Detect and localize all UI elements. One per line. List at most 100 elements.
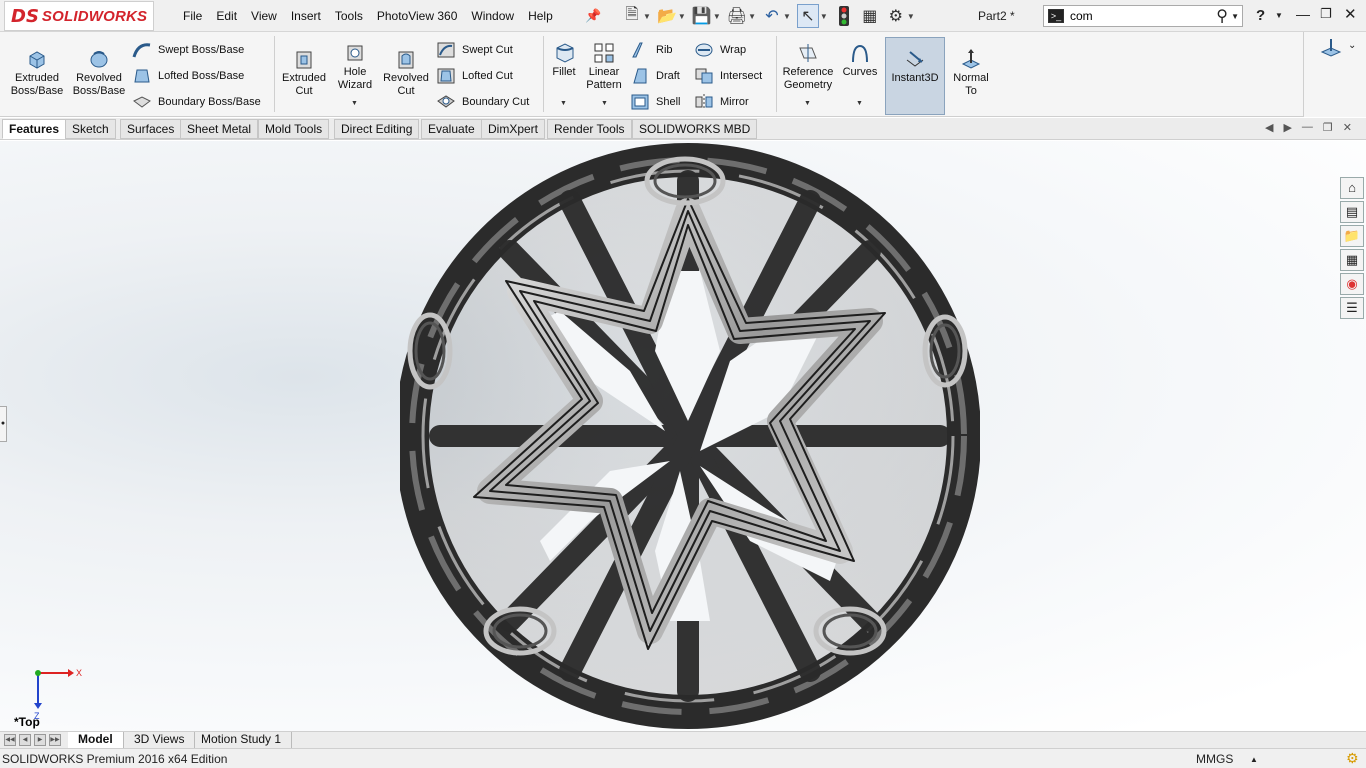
tab-evaluate[interactable]: Evaluate [421,119,482,139]
file-properties-icon[interactable]: ▦ [860,4,880,28]
save-icon[interactable]: 💾 [692,4,712,28]
curves-button[interactable]: Curves [839,42,881,79]
search-input[interactable] [1070,7,1200,25]
woven-sphere-model[interactable] [400,141,980,731]
view-orientation-icon[interactable] [1320,38,1342,58]
revolved-cut-button[interactable]: Revolved Cut [380,48,432,98]
tab-render-tools[interactable]: Render Tools [547,119,632,139]
view-palette-icon[interactable]: ▦ [1340,249,1364,271]
help-icon[interactable]: ? [1256,7,1265,24]
tab-sketch[interactable]: Sketch [65,119,116,139]
swept-boss-button[interactable]: Swept Boss/Base [132,40,244,60]
hole-wizard-dropdown-icon[interactable]: ▼ [351,100,358,107]
tab-motion-study-1[interactable]: Motion Study 1 [191,732,293,748]
rib-button[interactable]: Rib [630,40,673,60]
lofted-boss-button[interactable]: Lofted Boss/Base [132,66,244,86]
rebuild-status-icon[interactable]: ⚙ [1346,750,1359,767]
menu-window[interactable]: Window [464,9,521,23]
menu-file[interactable]: File [176,9,209,23]
instant3d-button[interactable]: Instant3D [885,37,945,115]
graphics-area[interactable]: ● ⌂ ▤ 📁 ▦ ◉ ☰ X Z *Top [0,141,1366,731]
boundary-boss-button[interactable]: Boundary Boss/Base [132,92,261,112]
swept-cut-button[interactable]: Swept Cut [436,40,513,60]
curves-dropdown-icon[interactable]: ▼ [856,100,863,107]
menu-edit[interactable]: Edit [209,9,244,23]
viewport-close-icon[interactable]: ✕ [1343,121,1352,134]
menu-photoview[interactable]: PhotoView 360 [370,9,465,23]
undo-icon[interactable]: ↶ [762,4,782,28]
open-folder-icon[interactable]: 📂 [657,4,677,28]
view-orientation-chevron-icon[interactable]: ⌄ [1348,40,1356,51]
extruded-cut-button[interactable]: Extruded Cut [278,48,330,98]
pin-menu-icon[interactable]: 📌 [585,8,601,24]
minimize-icon[interactable]: — [1296,6,1310,22]
linear-pattern-dropdown-icon[interactable]: ▼ [601,100,608,107]
search-icon[interactable]: ⚲ [1216,6,1228,26]
first-tab-icon[interactable]: ◀◀ [4,734,16,746]
search-dropdown-icon[interactable]: ▼ [1231,12,1239,21]
tab-3d-views[interactable]: 3D Views [124,732,196,748]
separator [543,36,544,112]
undo-dropdown-icon[interactable]: ▼ [783,12,791,21]
lofted-cut-button[interactable]: Lofted Cut [436,66,513,86]
menu-help[interactable]: Help [521,9,560,23]
tab-sheet-metal[interactable]: Sheet Metal [180,119,259,139]
tab-mold-tools[interactable]: Mold Tools [258,119,330,139]
boundary-cut-button[interactable]: Boundary Cut [436,92,529,112]
fillet-dropdown-icon[interactable]: ▼ [560,100,567,107]
viewport-restore-icon[interactable]: ❐ [1323,121,1333,134]
unit-system-selector[interactable]: MMGS [1196,752,1233,766]
tab-solidworks-mbd[interactable]: SOLIDWORKS MBD [632,119,758,139]
next-tab-icon[interactable]: ▶ [34,734,46,746]
options-gear-icon[interactable]: ⚙ [886,4,906,28]
linear-pattern-button[interactable]: Linear Pattern [582,42,626,92]
tab-direct-editing[interactable]: Direct Editing [334,119,420,139]
intersect-button[interactable]: Intersect [694,66,762,86]
extruded-boss-button[interactable]: Extruded Boss/Base [8,48,66,98]
menu-insert[interactable]: Insert [284,9,328,23]
close-icon[interactable]: ✕ [1344,5,1357,23]
restore-icon[interactable]: ❐ [1320,6,1332,22]
tab-surfaces[interactable]: Surfaces [120,119,182,139]
draft-button[interactable]: Draft [630,66,680,86]
new-dropdown-icon[interactable]: ▼ [643,12,651,21]
solidworks-resources-icon[interactable]: ⌂ [1340,177,1364,199]
custom-properties-icon[interactable]: ☰ [1340,297,1364,319]
menu-view[interactable]: View [244,9,284,23]
fillet-button[interactable]: Fillet [546,42,582,79]
collapse-right-icon[interactable]: ▶ [1283,121,1291,134]
shell-button[interactable]: Shell [630,92,680,112]
tab-dimxpert[interactable]: DimXpert [481,119,546,139]
tab-features[interactable]: Features [2,119,67,139]
normal-to-button[interactable]: Normal To [948,48,994,98]
revolved-boss-button[interactable]: Revolved Boss/Base [70,48,128,98]
select-dropdown-icon[interactable]: ▼ [820,12,828,21]
search-commands-icon[interactable]: >_ [1048,9,1064,23]
wrap-button[interactable]: Wrap [694,40,746,60]
mirror-button[interactable]: Mirror [694,92,749,112]
viewport-minimize-icon[interactable]: — [1302,121,1313,134]
solidworks-logo[interactable]: DS SOLIDWORKS [4,1,154,31]
tab-model[interactable]: Model [68,732,124,748]
collapse-left-icon[interactable]: ◀ [1265,121,1273,134]
last-tab-icon[interactable]: ▶▶ [49,734,61,746]
feature-tree-toggle-handle[interactable]: ● [0,406,7,442]
print-dropdown-icon[interactable]: ▼ [748,12,756,21]
print-icon[interactable]: 🖨 [727,4,747,28]
new-document-icon[interactable]: 🗎 [622,4,642,28]
design-library-icon[interactable]: ▤ [1340,201,1364,223]
prev-tab-icon[interactable]: ◀ [19,734,31,746]
options-dropdown-icon[interactable]: ▼ [907,12,915,21]
hole-wizard-button[interactable]: Hole Wizard [330,42,380,92]
menu-tools[interactable]: Tools [328,9,370,23]
help-dropdown-icon[interactable]: ▼ [1275,11,1283,20]
open-dropdown-icon[interactable]: ▼ [678,12,686,21]
reference-geometry-button[interactable]: Reference Geometry [779,42,837,92]
save-dropdown-icon[interactable]: ▼ [713,12,721,21]
units-dropdown-icon[interactable]: ▲ [1250,755,1258,764]
reference-geometry-dropdown-icon[interactable]: ▼ [804,100,811,107]
select-cursor-icon[interactable]: ↖ [796,4,819,28]
rebuild-traffic-light-icon[interactable] [834,4,854,28]
appearances-icon[interactable]: ◉ [1340,273,1364,295]
file-explorer-icon[interactable]: 📁 [1340,225,1364,247]
